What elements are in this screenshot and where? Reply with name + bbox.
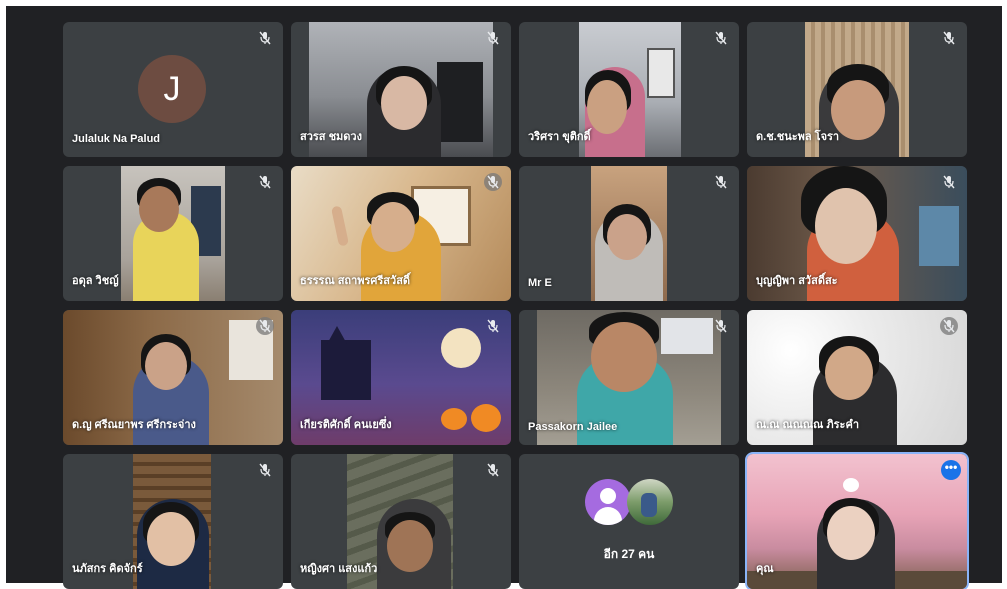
- participant-tile[interactable]: ด.ช.ชนะพล โจรา: [747, 22, 967, 157]
- video-feed: [579, 22, 681, 157]
- participant-tile[interactable]: บุญญิพา สวัสดิ์สะ: [747, 166, 967, 301]
- others-count-label: อีก 27 คน: [603, 547, 655, 561]
- participant-tile[interactable]: วริศรา ขุติกดิ์: [519, 22, 739, 157]
- participant-name: หญิงศา แสงแก้ว: [300, 563, 378, 575]
- participant-tile[interactable]: ณ.ณ ณณณณ ภิระคำ: [747, 310, 967, 445]
- more-options-icon[interactable]: •••: [941, 460, 961, 480]
- participant-name: คุณ: [756, 563, 774, 575]
- participant-name: Julaluk Na Palud: [72, 133, 161, 145]
- participant-grid: J Julaluk Na Palud สวรส ชมดวง วริศรา ขุต…: [63, 22, 969, 589]
- participant-name: ณ.ณ ณณณณ ภิระคำ: [756, 419, 860, 431]
- participant-tile[interactable]: นภัสกร คิดจักร์: [63, 454, 283, 589]
- mic-off-icon: [940, 173, 958, 191]
- person-avatar-icon: [585, 479, 631, 525]
- mic-off-icon: [712, 173, 730, 191]
- participant-name: ธรรรณ สถาพรศรีสวัสดิ์: [300, 275, 411, 287]
- participant-name: เกียรติศักดิ์ คนเยซึ่ง: [300, 419, 392, 431]
- avatar: J: [138, 55, 206, 123]
- participant-tile[interactable]: J Julaluk Na Palud: [63, 22, 283, 157]
- participant-name: อดุล วิชญ์: [72, 275, 119, 287]
- participant-name: Passakorn Jailee: [528, 421, 618, 433]
- more-participants-tile[interactable]: อีก 27 คน: [519, 454, 739, 589]
- mic-off-icon: [484, 461, 502, 479]
- avatar: [627, 479, 673, 525]
- video-feed: [121, 166, 225, 301]
- mic-off-icon: [256, 173, 274, 191]
- mic-off-icon: [712, 29, 730, 47]
- participant-name: บุญญิพา สวัสดิ์สะ: [756, 275, 838, 287]
- participant-tile[interactable]: หญิงศา แสงแก้ว: [291, 454, 511, 589]
- mic-off-icon: [484, 29, 502, 47]
- mic-off-icon: [484, 173, 502, 191]
- mic-off-icon: [256, 461, 274, 479]
- video-feed: [591, 166, 667, 301]
- participant-name: Mr E: [528, 277, 552, 289]
- mic-off-icon: [940, 29, 958, 47]
- participant-tile[interactable]: อดุล วิชญ์: [63, 166, 283, 301]
- participant-tile[interactable]: เกียรติศักดิ์ คนเยซึ่ง: [291, 310, 511, 445]
- participant-name: สวรส ชมดวง: [300, 131, 362, 143]
- mic-off-icon: [256, 29, 274, 47]
- participant-name: ด.ช.ชนะพล โจรา: [756, 131, 840, 143]
- participant-tile[interactable]: Mr E: [519, 166, 739, 301]
- meeting-stage: J Julaluk Na Palud สวรส ชมดวง วริศรา ขุต…: [6, 6, 1002, 589]
- others-group: อีก 27 คน: [519, 479, 739, 564]
- participant-name: ด.ญ ศรีณยาพร ศรีกระจ่าง: [72, 419, 196, 431]
- participant-name: นภัสกร คิดจักร์: [72, 563, 143, 575]
- video-feed: [133, 454, 211, 589]
- mic-off-icon: [940, 317, 958, 335]
- mic-off-icon: [484, 317, 502, 335]
- video-feed: [747, 454, 967, 589]
- mic-off-icon: [712, 317, 730, 335]
- participant-name: วริศรา ขุติกดิ์: [528, 131, 591, 143]
- participant-tile[interactable]: Passakorn Jailee: [519, 310, 739, 445]
- participant-tile[interactable]: สวรส ชมดวง: [291, 22, 511, 157]
- self-view-tile[interactable]: ••• คุณ: [745, 452, 969, 589]
- mic-off-icon: [256, 317, 274, 335]
- participant-tile[interactable]: ธรรรณ สถาพรศรีสวัสดิ์: [291, 166, 511, 301]
- participant-tile[interactable]: ด.ญ ศรีณยาพร ศรีกระจ่าง: [63, 310, 283, 445]
